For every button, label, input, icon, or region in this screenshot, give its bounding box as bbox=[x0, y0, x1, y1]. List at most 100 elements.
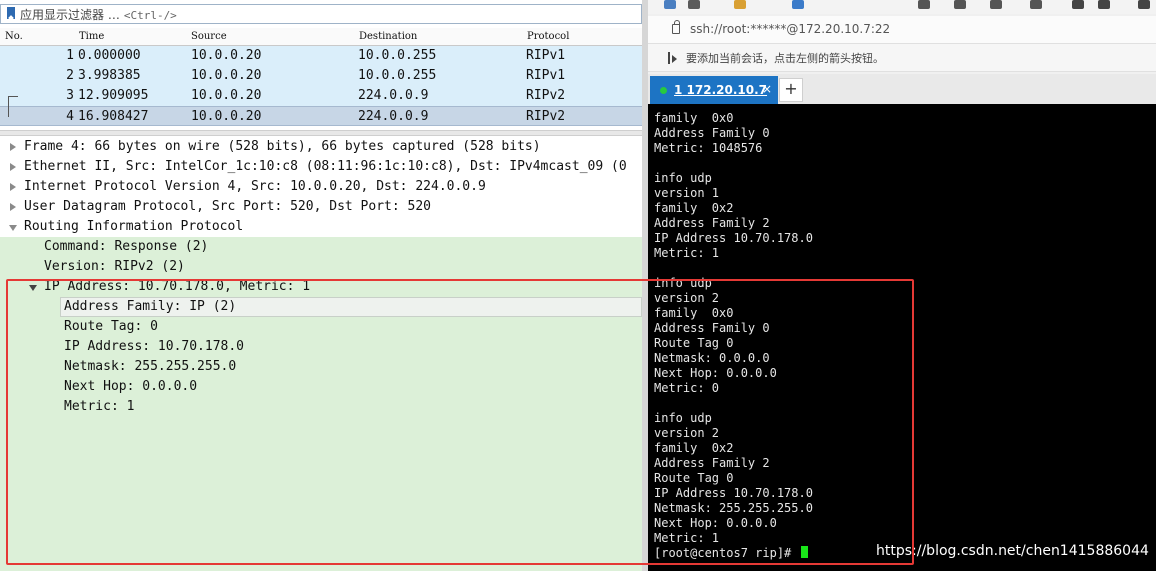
expand-arrow-icon[interactable] bbox=[10, 163, 16, 171]
terminal-line: family 0x0 bbox=[654, 306, 734, 320]
terminal-line: Route Tag 0 bbox=[654, 336, 734, 350]
transfer-icon[interactable] bbox=[954, 0, 966, 9]
terminal-line: Address Family 2 bbox=[654, 216, 770, 230]
column-header-time[interactable]: Time bbox=[79, 31, 104, 42]
packet-protocol: RIPv1 bbox=[526, 68, 566, 83]
tree-item-netmask[interactable]: Netmask: 255.255.255.0 bbox=[0, 357, 642, 377]
pane-splitter[interactable] bbox=[0, 130, 642, 136]
tree-item-ethernet[interactable]: Ethernet II, Src: IntelCor_1c:10:c8 (08:… bbox=[0, 157, 642, 177]
tree-item-label: Ethernet II, Src: IntelCor_1c:10:c8 (08:… bbox=[24, 159, 627, 174]
prompt-text: [root@centos7 rip]# bbox=[654, 546, 799, 560]
tab-label: 1 172.20.10.7 bbox=[674, 83, 767, 97]
globe-icon[interactable] bbox=[990, 0, 1002, 9]
column-header-no[interactable]: No. bbox=[5, 31, 23, 42]
terminal-line: Netmask: 255.255.255.0 bbox=[654, 501, 813, 515]
packet-destination: 224.0.0.9 bbox=[358, 109, 429, 124]
session-hint-bar: 要添加当前会话，点击左侧的箭头按钮。 bbox=[648, 44, 1156, 72]
tree-item-address-family[interactable]: Address Family: IP (2) bbox=[0, 297, 642, 317]
add-tab-button[interactable]: + bbox=[779, 78, 803, 102]
tree-item-label: IP Address: 10.70.178.0, Metric: 1 bbox=[44, 279, 311, 294]
filter-shortcut: <Ctrl-/> bbox=[123, 8, 177, 22]
tree-item-label: Next Hop: 0.0.0.0 bbox=[64, 379, 198, 394]
column-header-destination[interactable]: Destination bbox=[359, 31, 417, 42]
packet-source: 10.0.0.20 bbox=[191, 109, 262, 124]
close-icon[interactable]: × bbox=[762, 82, 772, 96]
tree-item-label: Command: Response (2) bbox=[44, 239, 209, 254]
tab-number: 1 bbox=[674, 83, 683, 97]
terminal-line: Address Family 0 bbox=[654, 321, 770, 335]
tree-item-label: Route Tag: 0 bbox=[64, 319, 158, 334]
packet-destination: 10.0.0.255 bbox=[358, 68, 437, 83]
add-session-arrow-icon[interactable] bbox=[668, 52, 678, 64]
font-icon[interactable] bbox=[1030, 0, 1042, 9]
packet-source: 10.0.0.20 bbox=[191, 88, 262, 103]
terminal-line: version 2 bbox=[654, 291, 720, 305]
tree-item-metric[interactable]: Metric: 1 bbox=[0, 397, 642, 417]
tree-item-frame[interactable]: Frame 4: 66 bytes on wire (528 bits), 66… bbox=[0, 137, 642, 157]
terminal-line: family 0x2 bbox=[654, 201, 734, 215]
terminal-line: Address Family 2 bbox=[654, 456, 770, 470]
packet-time: 3.998385 bbox=[78, 68, 141, 83]
packet-row[interactable]: 2 3.998385 10.0.0.20 10.0.0.255 RIPv1 bbox=[0, 66, 642, 86]
tree-item-command[interactable]: Command: Response (2) bbox=[0, 237, 642, 257]
tree-item-label: IP Address: 10.70.178.0 bbox=[64, 339, 245, 354]
tree-item-next-hop[interactable]: Next Hop: 0.0.0.0 bbox=[0, 377, 642, 397]
lock-toolbar-icon[interactable] bbox=[1138, 0, 1150, 9]
packet-row[interactable]: 1 0.000000 10.0.0.20 10.0.0.255 RIPv1 bbox=[0, 46, 642, 66]
tree-item-label: Address Family: IP (2) bbox=[64, 299, 237, 314]
expand-arrow-icon[interactable] bbox=[10, 143, 16, 151]
tree-item-route-tag[interactable]: Route Tag: 0 bbox=[0, 317, 642, 337]
terminal-line: Metric: 1 bbox=[654, 246, 720, 260]
terminal-line: Address Family 0 bbox=[654, 126, 770, 140]
settings-icon[interactable] bbox=[792, 0, 804, 9]
terminal-window: ssh://root:******@172.20.10.7:22 要添加当前会话… bbox=[648, 0, 1156, 571]
new-session-icon[interactable] bbox=[664, 0, 676, 9]
print-icon[interactable] bbox=[918, 0, 930, 9]
tree-item-rip[interactable]: Routing Information Protocol bbox=[0, 217, 642, 237]
packet-row[interactable]: 3 12.909095 10.0.0.20 224.0.0.9 RIPv2 bbox=[0, 86, 642, 106]
tree-item-ip-address[interactable]: IP Address: 10.70.178.0 bbox=[0, 337, 642, 357]
terminal-prompt: [root@centos7 rip]# bbox=[654, 546, 808, 561]
packet-list-header: No. Time Source Destination Protocol bbox=[0, 28, 642, 46]
cursor-icon bbox=[800, 546, 808, 558]
tunnel-icon[interactable] bbox=[1098, 0, 1110, 9]
packet-source: 10.0.0.20 bbox=[191, 68, 262, 83]
terminal-output[interactable]: family 0x0 Address Family 0 Metric: 104857… bbox=[648, 104, 1156, 571]
tree-item-route-entry[interactable]: IP Address: 10.70.178.0, Metric: 1 bbox=[0, 277, 642, 297]
open-folder-icon[interactable] bbox=[688, 0, 700, 9]
bookmark-icon[interactable] bbox=[6, 7, 16, 21]
tree-item-label: Metric: 1 bbox=[64, 399, 135, 414]
wireshark-window: 应用显示过滤器 … <Ctrl-/> No. Time Source Destin… bbox=[0, 0, 642, 571]
column-header-protocol[interactable]: Protocol bbox=[527, 31, 569, 42]
packet-protocol: RIPv1 bbox=[526, 48, 566, 63]
packet-source: 10.0.0.20 bbox=[191, 48, 262, 63]
packet-destination: 10.0.0.255 bbox=[358, 48, 437, 63]
session-address[interactable]: ssh://root:******@172.20.10.7:22 bbox=[690, 22, 890, 36]
tree-item-udp[interactable]: User Datagram Protocol, Src Port: 520, D… bbox=[0, 197, 642, 217]
column-header-source[interactable]: Source bbox=[191, 31, 227, 42]
tree-item-ip[interactable]: Internet Protocol Version 4, Src: 10.0.0… bbox=[0, 177, 642, 197]
expand-arrow-icon[interactable] bbox=[10, 183, 16, 191]
expand-arrow-icon[interactable] bbox=[10, 203, 16, 211]
packet-protocol: RIPv2 bbox=[526, 88, 566, 103]
terminal-line: info udp bbox=[654, 276, 712, 290]
session-tab[interactable]: 1 172.20.10.7 × bbox=[650, 76, 778, 104]
tree-item-version[interactable]: Version: RIPv2 (2) bbox=[0, 257, 642, 277]
tree-item-label: User Datagram Protocol, Src Port: 520, D… bbox=[24, 199, 431, 214]
packet-row-selected[interactable]: 4 16.908427 10.0.0.20 224.0.0.9 RIPv2 bbox=[0, 106, 642, 126]
display-filter-input[interactable]: 应用显示过滤器 … <Ctrl-/> bbox=[20, 6, 177, 23]
toolbar bbox=[648, 0, 1156, 14]
address-bar[interactable]: ssh://root:******@172.20.10.7:22 bbox=[648, 16, 1156, 44]
packet-protocol: RIPv2 bbox=[526, 109, 566, 124]
terminal-line: family 0x2 bbox=[654, 441, 734, 455]
script-icon[interactable] bbox=[1072, 0, 1084, 9]
edit-icon[interactable] bbox=[734, 0, 746, 9]
collapse-arrow-icon[interactable] bbox=[9, 225, 17, 231]
terminal-line: info udp bbox=[654, 411, 712, 425]
collapse-arrow-icon[interactable] bbox=[29, 285, 37, 291]
tree-item-label: Routing Information Protocol bbox=[24, 219, 244, 234]
terminal-line: Metric: 1 bbox=[654, 531, 720, 545]
packet-time: 16.908427 bbox=[78, 109, 149, 124]
conversation-bracket-icon bbox=[8, 96, 18, 105]
display-filter-bar[interactable]: 应用显示过滤器 … <Ctrl-/> bbox=[0, 4, 642, 24]
